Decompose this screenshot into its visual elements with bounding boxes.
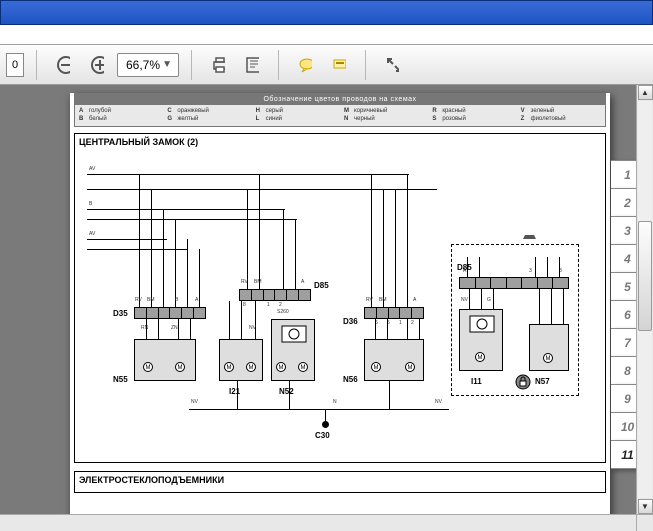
scrollbar-corner: [636, 514, 653, 531]
module-N55: M M: [134, 339, 196, 381]
save-button[interactable]: [238, 51, 266, 79]
fullscreen-icon: [385, 56, 399, 74]
label-D85: D85: [314, 281, 329, 290]
connector-D35: [134, 307, 206, 319]
zoom-in-button[interactable]: [83, 51, 111, 79]
section-title: ЭЛЕКТРОСТЕКЛОПОДЪЕМНИКИ: [79, 475, 601, 485]
label-C30: C30: [315, 431, 330, 440]
color-legend-table: Обозначение цветов проводов на схемах Aг…: [74, 93, 606, 127]
toolbar-separator: [278, 50, 279, 80]
toolbar-separator: [36, 50, 37, 80]
toolbar: 66,7% ▼: [0, 45, 653, 85]
scroll-track[interactable]: [638, 101, 652, 498]
zoom-out-button[interactable]: [49, 51, 77, 79]
page-number-field[interactable]: [6, 53, 24, 77]
legend-body: AголубойBбелый CоранжевыйGжелтый HсерыйL…: [75, 105, 605, 126]
scroll-up-button[interactable]: ▲: [638, 85, 653, 100]
legend-title: Обозначение цветов проводов на схемах: [75, 94, 605, 105]
switch-icon: [460, 312, 504, 340]
zoom-value: 66,7%: [126, 58, 160, 72]
menubar[interactable]: [0, 25, 653, 45]
horizontal-scrollbar[interactable]: [0, 514, 636, 531]
section-central-lock: ЦЕНТРАЛЬНЫЙ ЗАМОК (2) AV B AV: [74, 133, 606, 463]
ground-node: [322, 421, 329, 428]
lock-icon: [515, 374, 531, 390]
connector-D36: [364, 307, 424, 319]
module-N52: M M: [271, 319, 315, 381]
chevron-down-icon: ▼: [160, 59, 174, 70]
car-icon: [519, 231, 541, 241]
motor-icon: M: [175, 362, 185, 372]
highlight-button[interactable]: [325, 51, 353, 79]
document-page: Обозначение цветов проводов на схемах Aг…: [70, 93, 610, 523]
window-titlebar: [0, 0, 653, 25]
module-I11: M: [459, 309, 503, 371]
scroll-down-button[interactable]: ▼: [638, 499, 653, 514]
module-I21: M M: [219, 339, 263, 381]
section-windows: ЭЛЕКТРОСТЕКЛОПОДЪЕМНИКИ: [74, 471, 606, 493]
print-button[interactable]: [204, 51, 232, 79]
fullscreen-button[interactable]: [378, 51, 406, 79]
zoom-in-icon: [90, 55, 104, 75]
scroll-thumb[interactable]: [638, 221, 652, 331]
connector-D85-right: [459, 277, 569, 289]
document-viewport[interactable]: Обозначение цветов проводов на схемах Aг…: [0, 85, 653, 531]
toolbar-separator: [365, 50, 366, 80]
highlight-icon: [332, 56, 346, 74]
module-N56: M M: [364, 339, 424, 381]
print-icon: [211, 56, 225, 74]
switch-icon: [272, 322, 316, 352]
motor-icon: M: [143, 362, 153, 372]
vertical-scrollbar[interactable]: ▲ ▼: [636, 85, 653, 514]
module-N57: M: [529, 324, 569, 371]
label-D35: D35: [113, 309, 128, 318]
section-title: ЦЕНТРАЛЬНЫЙ ЗАМОК (2): [79, 137, 601, 147]
label-N55: N55: [113, 375, 128, 384]
connector-D85: [239, 289, 311, 301]
comment-icon: [298, 56, 312, 74]
zoom-combobox[interactable]: 66,7% ▼: [117, 53, 179, 77]
wiring-diagram: AV B AV D35 RV BM B A M: [79, 149, 601, 439]
zoom-out-icon: [56, 55, 70, 75]
toolbar-separator: [191, 50, 192, 80]
comment-button[interactable]: [291, 51, 319, 79]
save-icon: [245, 56, 259, 74]
